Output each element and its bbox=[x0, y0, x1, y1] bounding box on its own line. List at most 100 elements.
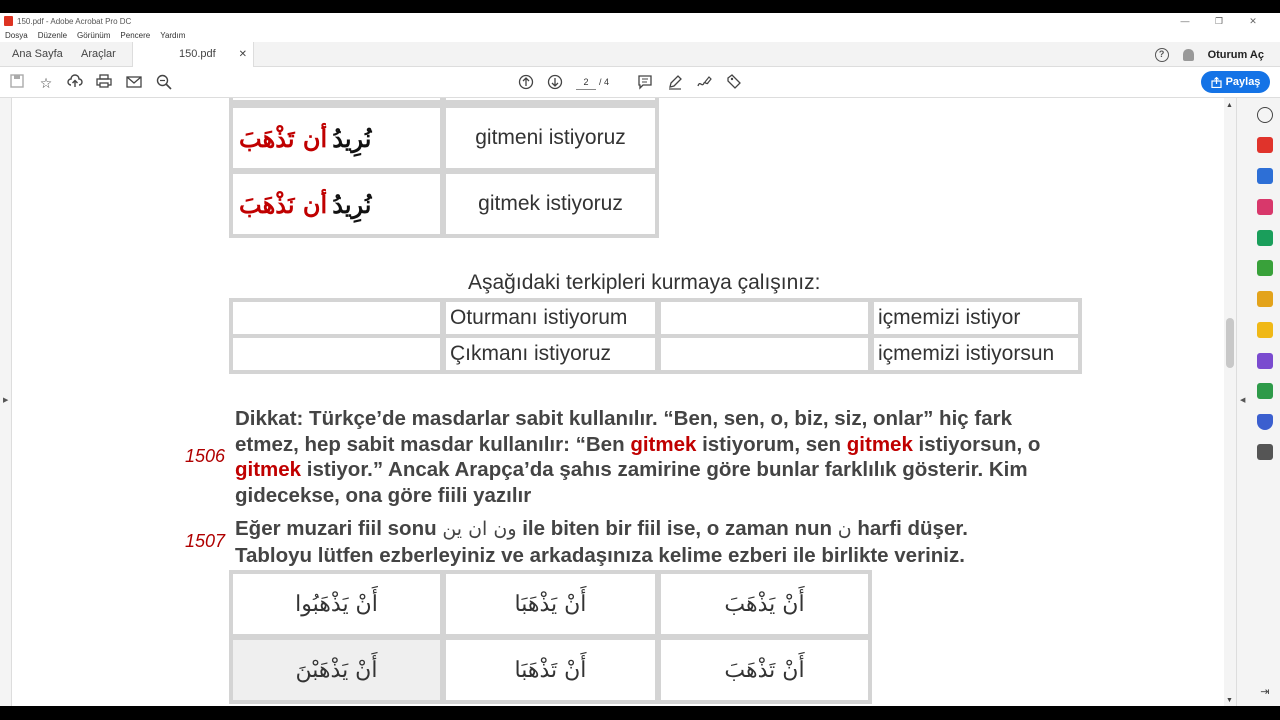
tab-close-icon[interactable]: ✕ bbox=[239, 42, 247, 67]
note-number: 1507 bbox=[185, 531, 226, 551]
comment-tool-icon[interactable] bbox=[1257, 322, 1273, 338]
help-icon[interactable]: ? bbox=[1154, 47, 1169, 62]
exercise-blank-cell bbox=[229, 298, 444, 338]
left-panel-rail: ▶ bbox=[0, 98, 12, 706]
comment-icon[interactable] bbox=[636, 74, 654, 92]
conjugation-form: أَنْ تَذْهَبَ bbox=[724, 657, 805, 683]
turkish-phrase: gitmeni istiyoruz bbox=[475, 126, 626, 149]
arabic-word-red: أن تَذْهَبَ bbox=[239, 123, 328, 153]
print-production-icon[interactable] bbox=[1257, 383, 1273, 399]
table1-arabic-cell: نُرِيدُ أن تَذْهَبَ bbox=[229, 104, 444, 172]
conjugation-form: أَنْ تَذْهَبَا bbox=[514, 657, 587, 683]
document-viewport[interactable]: نُرِيدُ أن تَذْهَبَ gitmeni istiyoruz نُ… bbox=[12, 98, 1224, 706]
conjugation-form: أَنْ يَذْهَبَ bbox=[724, 591, 805, 617]
scroll-up-icon[interactable]: ▲ bbox=[1226, 102, 1233, 109]
tab-home[interactable]: Ana Sayfa bbox=[12, 42, 63, 67]
zoom-search-icon[interactable] bbox=[155, 74, 173, 92]
sign-icon[interactable] bbox=[695, 74, 713, 92]
table1-arabic-cell: نُرِيدُ أن نَذْهَبَ bbox=[229, 170, 444, 238]
exercise-text: Oturmanı istiyorum bbox=[450, 306, 628, 329]
bottom-black-bar bbox=[0, 706, 1280, 720]
scan-ocr-icon[interactable] bbox=[1257, 291, 1273, 307]
share-button[interactable]: Paylaş bbox=[1201, 71, 1270, 93]
exercise-blank-cell bbox=[229, 334, 444, 374]
exercise-blank-cell bbox=[657, 298, 872, 338]
menu-view[interactable]: Görünüm bbox=[77, 31, 110, 40]
tab-document[interactable]: 150.pdf ✕ bbox=[132, 42, 254, 67]
arabic-word-red: أن نَذْهَبَ bbox=[239, 189, 328, 219]
protect-shield-icon[interactable] bbox=[1257, 414, 1273, 430]
note-text: istiyor.” Ancak Arapça’da şahıs zamirine… bbox=[235, 458, 1028, 507]
conjugation-cell: أَنْ تَذْهَبَ bbox=[657, 636, 872, 704]
combine-files-icon[interactable] bbox=[1257, 168, 1273, 184]
previous-page-icon[interactable] bbox=[517, 74, 535, 92]
window-titlebar: 150.pdf - Adobe Acrobat Pro DC — ❐ ✕ bbox=[0, 13, 1280, 29]
upload-cloud-icon[interactable] bbox=[66, 74, 84, 92]
arabic-nun: ن bbox=[837, 518, 852, 540]
expand-pane-icon[interactable]: ⇥ bbox=[1257, 684, 1273, 700]
exercise-blank-cell bbox=[657, 334, 872, 374]
menu-help[interactable]: Yardım bbox=[160, 31, 185, 40]
note-text: ile biten bir fiil ise, o zaman nun bbox=[516, 517, 838, 540]
exercise-cell: Çıkmanı istiyoruz bbox=[442, 334, 659, 374]
email-icon[interactable] bbox=[125, 74, 143, 92]
arabic-phrase: نُرِيدُ أن نَذْهَبَ bbox=[239, 190, 371, 219]
scroll-down-icon[interactable]: ▼ bbox=[1226, 697, 1233, 704]
zoom-tool-icon[interactable] bbox=[1257, 107, 1273, 123]
edit-pdf-icon[interactable] bbox=[1257, 260, 1273, 276]
more-tools-icon[interactable] bbox=[1257, 444, 1273, 460]
menu-window[interactable]: Pencere bbox=[120, 31, 150, 40]
menu-file[interactable]: Dosya bbox=[5, 31, 28, 40]
turkish-phrase: gitmek istiyoruz bbox=[478, 192, 623, 215]
bookmark-star-icon[interactable]: ☆ bbox=[37, 74, 55, 92]
note-text: Tabloyu lütfen ezberleyiniz ve arkadaşın… bbox=[235, 543, 965, 567]
restore-button[interactable]: ❐ bbox=[1202, 13, 1236, 29]
vertical-scrollbar[interactable]: ▲ ▼ bbox=[1224, 98, 1236, 706]
print-icon[interactable] bbox=[95, 74, 113, 92]
share-label: Paylaş bbox=[1225, 76, 1261, 88]
conjugation-form: أَنْ يَذْهَبْنَ bbox=[295, 657, 378, 683]
tab-tools[interactable]: Araçlar bbox=[81, 42, 116, 67]
export-pdf-icon[interactable] bbox=[1257, 230, 1273, 246]
note-text: istiyorum, sen bbox=[696, 432, 847, 456]
create-pdf-icon[interactable] bbox=[1257, 137, 1273, 153]
page-number-input[interactable]: 2 bbox=[576, 74, 596, 90]
note-text: istiyorsun, o bbox=[912, 432, 1041, 456]
exercise-text: Çıkmanı istiyoruz bbox=[450, 342, 612, 365]
menu-edit[interactable]: Düzenle bbox=[38, 31, 67, 40]
conjugation-form: أَنْ يَذْهَبُوا bbox=[295, 591, 378, 617]
tab-bar: Ana Sayfa Araçlar 150.pdf ✕ ? Oturum Aç bbox=[0, 42, 1280, 67]
highlight-pen-icon[interactable] bbox=[666, 74, 684, 92]
exercise-text: içmemizi istiyorsun bbox=[878, 342, 1055, 365]
note-1507-paragraph: Eğer muzari fiil sonu ون ان ين ile biten… bbox=[235, 516, 1065, 568]
sign-in-link[interactable]: Oturum Aç bbox=[1208, 49, 1264, 61]
exercise-heading: Aşağıdaki terkipleri kurmaya çalışınız: bbox=[468, 271, 821, 294]
table1-turkish-cell: gitmek istiyoruz bbox=[442, 170, 659, 238]
save-icon[interactable] bbox=[8, 74, 26, 92]
window-title: 150.pdf - Adobe Acrobat Pro DC bbox=[17, 16, 132, 26]
expand-left-panel-icon[interactable]: ▶ bbox=[3, 396, 8, 404]
menu-bar: Dosya Düzenle Görünüm Pencere Yardım bbox=[0, 29, 1280, 42]
collapse-tools-pane-icon[interactable]: ◀ bbox=[1240, 396, 1245, 404]
conjugation-cell: أَنْ يَذْهَبْنَ bbox=[229, 636, 444, 704]
organize-pages-icon[interactable] bbox=[1257, 199, 1273, 215]
tools-pane: ◀ ⇥ bbox=[1236, 98, 1280, 706]
note-1506-paragraph: Dikkat: Türkçe’de masdarlar sabit kullan… bbox=[235, 406, 1045, 508]
pdf-file-icon bbox=[4, 16, 13, 26]
scrollbar-thumb[interactable] bbox=[1226, 318, 1234, 368]
note-text: Eğer muzari fiil sonu bbox=[235, 517, 443, 540]
exercise-cell: içmemizi istiyor bbox=[870, 298, 1082, 338]
minimize-button[interactable]: — bbox=[1168, 13, 1202, 29]
conjugation-form: أَنْ يَذْهَبَا bbox=[514, 591, 587, 617]
arabic-word-black: نُرِيدُ bbox=[332, 189, 372, 219]
fill-sign-icon[interactable] bbox=[1257, 353, 1273, 369]
notification-bell-icon[interactable] bbox=[1182, 48, 1194, 61]
exercise-text: içmemizi istiyor bbox=[878, 306, 1021, 329]
note-text: harfi düşer. bbox=[851, 517, 968, 540]
table1-turkish-cell: gitmeni istiyoruz bbox=[442, 104, 659, 172]
next-page-icon[interactable] bbox=[546, 74, 564, 92]
stamp-tag-icon[interactable] bbox=[725, 74, 743, 92]
arabic-suffixes: ون ان ين bbox=[442, 518, 517, 540]
note-number: 1506 bbox=[185, 446, 226, 466]
close-window-button[interactable]: ✕ bbox=[1236, 13, 1270, 29]
